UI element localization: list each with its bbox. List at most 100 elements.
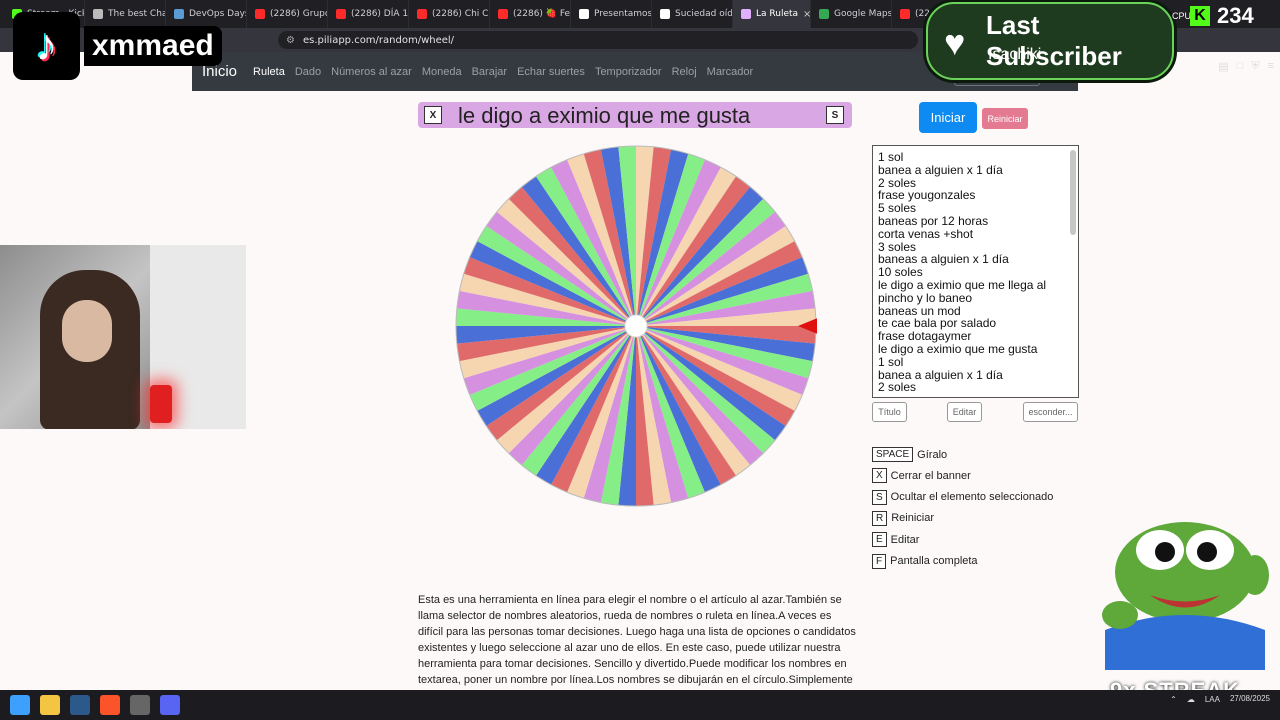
option-line: 1 sol xyxy=(878,150,904,164)
shortcut-label: Editar xyxy=(890,533,920,546)
shortcut-row: X Cerrar el banner xyxy=(872,468,971,484)
nav-link[interactable]: Echar suertes xyxy=(517,66,585,78)
tab-favicon-icon xyxy=(417,9,427,19)
option-line: 2 soles xyxy=(878,380,917,395)
option-line: banea a alguien x 1 día xyxy=(878,162,1003,177)
nav-link[interactable]: Barajar xyxy=(472,66,507,78)
webcam-red-lamp xyxy=(150,385,172,423)
roulette-wheel[interactable] xyxy=(455,145,817,507)
option-line: corta venas +shot xyxy=(878,226,974,241)
browser-tab[interactable]: La Ruleta × xyxy=(733,0,811,28)
kick-logo-icon: K xyxy=(1190,6,1210,26)
extension-icons: ▤ □ ⛨ ≡ xyxy=(1218,60,1274,73)
cpu-label: CPU xyxy=(1172,11,1192,21)
url-field[interactable]: ⚙ es.piliapp.com/random/wheel/ xyxy=(278,31,918,49)
browser-tab[interactable]: (2286) 🍓 Fel xyxy=(490,0,571,28)
hide-selected-key[interactable]: S xyxy=(826,106,844,124)
system-tray: ⌃ ☁ LAA 27/08/2025 xyxy=(1170,694,1270,704)
tray-chevron-icon[interactable]: ⌃ xyxy=(1170,695,1177,704)
tab-favicon-icon xyxy=(660,9,670,19)
file-explorer-icon[interactable] xyxy=(40,695,60,715)
webcam-overlay xyxy=(0,245,246,429)
nav-link[interactable]: Marcador xyxy=(707,66,753,78)
tab-favicon-icon xyxy=(819,9,829,19)
screen: Stream - KickThe best ChatDevOps Days(22… xyxy=(0,0,1280,720)
tab-favicon-icon xyxy=(900,9,910,19)
tab-favicon-icon xyxy=(255,9,265,19)
tiktok-logo-icon: ♪ xyxy=(13,12,80,80)
close-tab-icon[interactable]: × xyxy=(803,9,810,20)
tab-label: (2286) Chi Ch xyxy=(432,9,490,19)
nav-link[interactable]: Números al azar xyxy=(331,66,412,78)
nav-link[interactable]: Ruleta xyxy=(253,66,285,78)
last-subscriber-widget: ♥ Last Subscriber Isachiki xyxy=(926,2,1174,80)
tab-label: (2286) Grupo xyxy=(270,9,328,19)
cloud-icon[interactable]: ☁ xyxy=(1187,695,1195,704)
tiktok-username: xmmaed xyxy=(84,26,222,66)
shortcut-key: S xyxy=(872,489,887,505)
wallet-icon[interactable]: □ xyxy=(1237,60,1244,73)
edit-button[interactable]: Editar xyxy=(947,402,982,422)
browser-tab[interactable]: (2286) DÍA 10 xyxy=(328,0,409,28)
last-subscriber-name: Isachiki xyxy=(988,46,1042,63)
shortcut-label: Gíralo xyxy=(917,448,948,461)
tab-label: (2286) 🍓 Fel xyxy=(513,9,571,19)
windows-start-icon[interactable] xyxy=(10,695,30,715)
shortcut-row: E Editar xyxy=(872,532,920,548)
url-text: es.piliapp.com/random/wheel/ xyxy=(302,34,455,46)
tab-favicon-icon xyxy=(498,9,508,19)
shortcut-key: E xyxy=(872,532,887,548)
shortcut-key: X xyxy=(872,468,887,484)
app-icon[interactable] xyxy=(130,695,150,715)
site-info-icon[interactable]: ⚙ xyxy=(286,35,295,46)
nav-link[interactable]: Dado xyxy=(295,66,321,78)
tray-lang[interactable]: LAA xyxy=(1205,695,1220,704)
browser-tab[interactable]: Suciedad oído xyxy=(652,0,733,28)
shortcut-row: R Reiniciar xyxy=(872,510,935,526)
discord-icon[interactable] xyxy=(160,695,180,715)
shortcut-row: F Pantalla completa xyxy=(872,553,978,569)
tab-favicon-icon xyxy=(741,9,751,19)
shortcut-key: SPACE xyxy=(872,447,914,462)
tiktok-overlay: ♪ xmmaed xyxy=(13,12,222,80)
heart-icon: ♥ xyxy=(944,22,966,63)
nav-link[interactable]: Reloj xyxy=(672,66,697,78)
sidebar-icon[interactable]: ▤ xyxy=(1218,60,1228,73)
nav-link[interactable]: Temporizador xyxy=(595,66,662,78)
start-button[interactable]: Iniciar xyxy=(919,102,977,133)
banner-text: le digo a eximio que me gusta xyxy=(458,103,751,128)
shortcut-label: Reiniciar xyxy=(891,512,935,525)
browser-tab[interactable]: Presentamos xyxy=(571,0,652,28)
option-line: le digo a eximio que me gusta xyxy=(878,341,1038,356)
browser-tab[interactable]: (2286) Grupo xyxy=(247,0,328,28)
shortcut-label: Ocultar el elemento seleccionado xyxy=(890,491,1054,504)
wheel-svg[interactable] xyxy=(455,145,817,507)
windows-taskbar: ⌃ ☁ LAA 27/08/2025 xyxy=(0,690,1280,720)
tab-favicon-icon xyxy=(579,9,589,19)
menu-icon[interactable]: ≡ xyxy=(1268,60,1274,73)
options-textarea[interactable]: 1 sol banea a alguien x 1 día 2 soles frase… xyxy=(872,145,1079,398)
tab-favicon-icon xyxy=(336,9,346,19)
option-line: 1 sol xyxy=(878,354,904,369)
shortcut-key: R xyxy=(872,510,888,526)
viewer-count: 234 xyxy=(1217,3,1254,28)
shield-icon[interactable]: ⛨ xyxy=(1251,60,1259,73)
pepe-emote-icon xyxy=(1102,522,1269,670)
tab-label: Presentamos xyxy=(594,9,652,19)
textarea-scrollbar[interactable] xyxy=(1070,150,1076,235)
browser-tab[interactable]: (2286) Chi Ch xyxy=(409,0,490,28)
close-banner-key[interactable]: X xyxy=(424,106,442,124)
browser-tab[interactable]: Google Maps xyxy=(811,0,892,28)
wheel-hub[interactable] xyxy=(624,314,648,338)
clock-date[interactable]: 27/08/2025 xyxy=(1230,694,1270,704)
reset-button[interactable]: Reiniciar xyxy=(982,108,1028,129)
result-banner: X le digo a eximio que me gusta S xyxy=(418,102,852,128)
option-line: le digo a eximio que me llega al pincho … xyxy=(878,277,1047,305)
nav-link[interactable]: Moneda xyxy=(422,66,462,78)
option-line: baneas por 12 horas xyxy=(878,213,989,228)
brave-browser-icon[interactable] xyxy=(100,695,120,715)
steam-icon[interactable] xyxy=(70,695,90,715)
title-button[interactable]: Título xyxy=(872,402,907,422)
hide-button[interactable]: esconder... xyxy=(1023,402,1078,422)
tab-label: La Ruleta xyxy=(756,9,799,19)
